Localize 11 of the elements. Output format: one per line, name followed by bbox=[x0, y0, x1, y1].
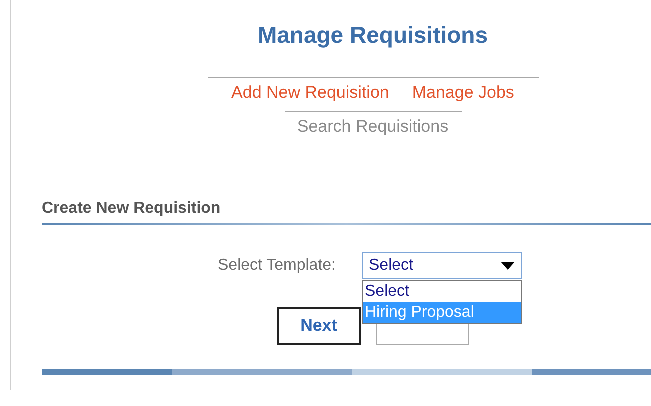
field-label: Select Template: bbox=[218, 256, 337, 276]
caret-icon bbox=[501, 262, 515, 270]
nav-link[interactable]: Add New Requisition bbox=[232, 83, 390, 103]
dropdown-option[interactable]: Select bbox=[363, 281, 521, 302]
section-title: Create New Requisition bbox=[42, 199, 222, 219]
dropdown-option[interactable]: Hiring Proposal bbox=[363, 302, 521, 323]
page-title: Manage Requisitions bbox=[258, 21, 488, 50]
nav-link[interactable]: Search Requisitions bbox=[297, 117, 449, 137]
nav-link[interactable]: Manage Jobs bbox=[412, 83, 514, 103]
form-button[interactable]: Next bbox=[277, 307, 361, 345]
template-dropdown[interactable]: Select bbox=[362, 252, 522, 279]
